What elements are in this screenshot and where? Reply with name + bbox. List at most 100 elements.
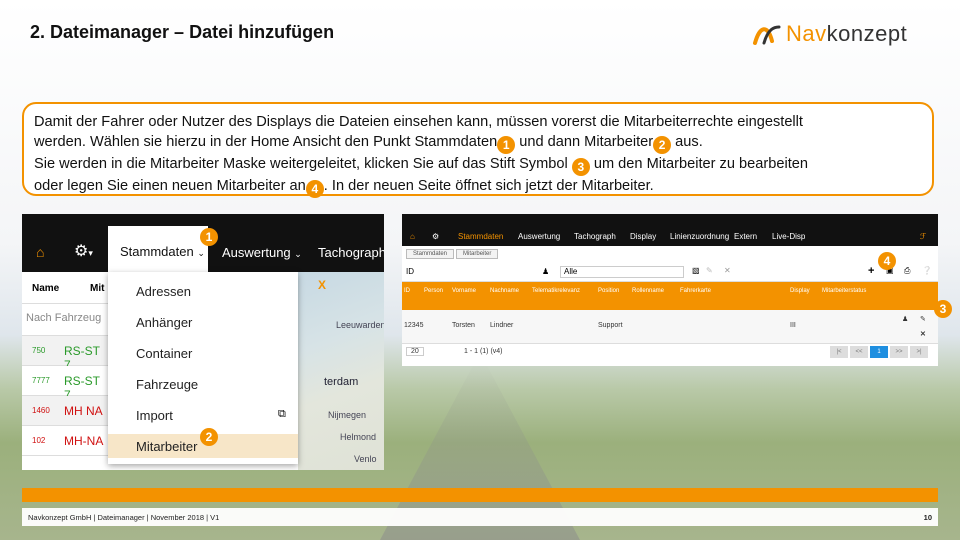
row-id: 102: [32, 436, 46, 445]
col-display[interactable]: Display: [790, 288, 810, 294]
step-badge-4-marker: 4: [878, 252, 896, 270]
step-badge-1-marker: 1: [200, 228, 218, 246]
col-telematik[interactable]: Telematikrelevanz: [532, 288, 580, 294]
dropdown-item-anhaenger[interactable]: Anhänger: [136, 315, 192, 330]
page-size-select[interactable]: 20: [406, 347, 424, 356]
close-icon[interactable]: ✕: [724, 266, 731, 275]
gear-icon[interactable]: ⚙▾: [74, 241, 93, 261]
slide: 2. Dateimanager – Datei hinzufügen Navko…: [0, 0, 960, 540]
callout-text: aus.: [671, 134, 703, 150]
page-title: 2. Dateimanager – Datei hinzufügen: [30, 22, 335, 42]
col-id[interactable]: ID: [404, 288, 410, 294]
callout-line-2: werden. Wählen sie hierzu in der Home An…: [34, 132, 922, 154]
menu-label: Auswertung: [222, 245, 291, 260]
instruction-callout: Damit der Fahrer oder Nutzer des Display…: [22, 102, 934, 198]
table-row[interactable]: 1460 MH NA: [22, 396, 108, 426]
logo-rest: konzept: [826, 21, 908, 46]
menu-stammdaten[interactable]: Stammdaten: [458, 232, 503, 241]
step-badge-2-marker: 2: [200, 428, 218, 446]
table-row[interactable]: 102 MH-NA: [22, 426, 108, 456]
dropdown-item-import[interactable]: Import: [136, 408, 173, 423]
menu-label: Stammdaten: [120, 244, 194, 259]
map-label: Leeuwarden: [336, 320, 384, 330]
help-icon[interactable]: ❔: [922, 266, 932, 275]
menu-tachograph[interactable]: Tachograph: [574, 232, 616, 241]
col-rollenname[interactable]: Rollenname: [632, 288, 664, 294]
col-status[interactable]: Mitarbeiterstatus: [822, 288, 866, 294]
page-current-button[interactable]: 1: [870, 346, 888, 358]
menu-auswertung[interactable]: Auswertung: [518, 232, 560, 241]
vehicle-search-input[interactable]: Nach Fahrzeug: [22, 304, 108, 336]
map-label: terdam: [324, 376, 359, 388]
home-icon[interactable]: ⌂: [36, 244, 44, 260]
map-view[interactable]: X Leeuwarden terdam Nijmegen Helmond Ven…: [298, 272, 384, 470]
map-label: Venlo: [354, 454, 377, 464]
cell-position: Support: [598, 322, 623, 329]
users-icon[interactable]: ♟: [542, 267, 549, 276]
pencil-icon[interactable]: ✎: [706, 266, 713, 275]
navkonzept-logo: Navkonzept: [752, 18, 942, 50]
user-icon[interactable]: ♟: [902, 315, 908, 323]
cell-id: 12345: [404, 322, 424, 329]
menu-display[interactable]: Display: [630, 232, 656, 241]
page-prev-button[interactable]: <<: [850, 346, 868, 358]
menu-extern[interactable]: Extern: [734, 232, 757, 241]
step-badge-2: 2: [653, 136, 672, 154]
page-first-button[interactable]: |<: [830, 346, 848, 358]
menu-live-display[interactable]: Live-Disp: [772, 232, 805, 241]
breadcrumb-item[interactable]: Mitarbeiter: [456, 249, 499, 259]
callout-text: oder legen Sie einen neuen Mitarbeiter a…: [34, 178, 306, 194]
logo-text: Navkonzept: [786, 21, 907, 47]
breadcrumb-item[interactable]: Stammdaten: [406, 249, 455, 259]
dropdown-item-container[interactable]: Container: [136, 346, 192, 361]
map-label: Nijmegen: [328, 410, 367, 420]
page-last-button[interactable]: >|: [910, 346, 928, 358]
table-footer: 20 1 - 1 (1) (v4) |< << 1 >> >|: [402, 344, 938, 364]
menu-stammdaten[interactable]: Stammdaten ⌄: [108, 226, 208, 272]
dropdown-item-fahrzeuge[interactable]: Fahrzeuge: [136, 377, 198, 392]
logo-icon: ℱ: [920, 232, 927, 241]
edit-pencil-button[interactable]: ✎: [920, 315, 926, 323]
callout-text: . In der neuen Seite öffnet sich jetzt d…: [323, 178, 654, 194]
col-name: Name: [32, 283, 60, 294]
menu-tachograph[interactable]: Tachograph: [318, 245, 384, 260]
step-badge-4: 4: [305, 180, 324, 198]
cell-nachname: Lindner: [490, 322, 514, 329]
pagination: |< << 1 >> >|: [830, 346, 928, 358]
col-person[interactable]: Person: [424, 288, 443, 294]
menu-auswertung[interactable]: Auswertung ⌄: [222, 245, 302, 260]
map-close-icon[interactable]: X: [318, 278, 326, 292]
dropdown-item-adressen[interactable]: Adressen: [136, 284, 191, 299]
cell-vorname: Torsten: [452, 322, 475, 329]
dropdown-item-mitarbeiter[interactable]: Mitarbeiter: [136, 439, 197, 454]
col-fahrerkarte[interactable]: Fahrerkarte: [680, 288, 711, 294]
cell-display: III: [790, 322, 796, 329]
page-number: 10: [923, 513, 932, 522]
col-vorname[interactable]: Vorname: [452, 288, 476, 294]
shield-icon[interactable]: ▧: [692, 266, 700, 275]
page-next-button[interactable]: >>: [890, 346, 908, 358]
col-mit: Mit: [90, 283, 105, 294]
chevron-down-icon: ⌄: [197, 248, 205, 258]
delete-button[interactable]: ✕: [920, 330, 926, 338]
filter-select[interactable]: Alle: [560, 266, 684, 278]
table-row[interactable]: 12345 Torsten Lindner Support III ♟ ✎ ✕: [402, 310, 938, 344]
toolbar: ID ♟ Alle ▧ ✎ ✕ + ▣ ⎙ ❔: [402, 264, 938, 282]
filter-label: ID: [406, 267, 414, 276]
row-plate: MH-NA: [64, 434, 104, 448]
table-row[interactable]: 7777 RS-ST 7: [22, 366, 108, 402]
external-link-icon: ⧉: [278, 408, 286, 420]
menu-linienzuordnung[interactable]: Linienzuordnung: [670, 232, 729, 241]
table-row[interactable]: 750 RS-ST 7: [22, 336, 108, 372]
map-label: Helmond: [340, 432, 377, 442]
row-id: 1460: [32, 406, 50, 415]
page-info: 1 - 1 (1) (v4): [464, 348, 503, 355]
add-employee-button[interactable]: +: [868, 265, 874, 277]
col-position[interactable]: Position: [598, 288, 619, 294]
print-icon[interactable]: ⎙: [904, 266, 910, 276]
col-nachname[interactable]: Nachname: [490, 288, 519, 294]
gear-icon[interactable]: ⚙: [432, 232, 439, 241]
callout-text: werden. Wählen sie hierzu in der Home An…: [34, 134, 498, 150]
callout-text: um den Mitarbeiter zu bearbeiten: [589, 156, 808, 172]
home-icon[interactable]: ⌂: [410, 232, 415, 241]
